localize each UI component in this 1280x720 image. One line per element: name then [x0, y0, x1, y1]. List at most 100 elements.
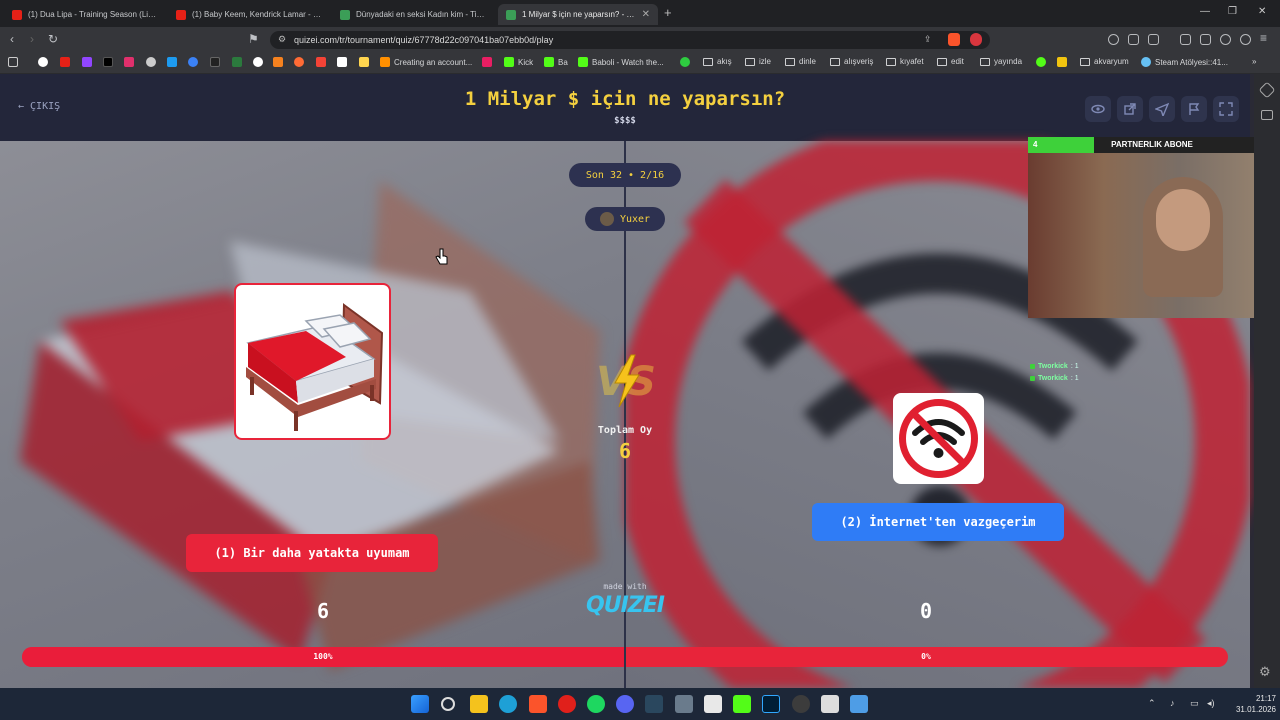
taskbar-clock[interactable]: 21:17 31.01.2026	[1224, 693, 1276, 715]
settings-icon[interactable]: ⚙	[1259, 664, 1271, 680]
bookmark-item[interactable]	[337, 57, 347, 67]
share-icon[interactable]: ⇪	[924, 34, 932, 45]
edge-icon[interactable]	[499, 695, 517, 713]
bookmark-item[interactable]	[188, 57, 198, 67]
file-explorer-icon[interactable]	[470, 695, 488, 713]
bookmark-item[interactable]	[124, 57, 134, 67]
bookmarks-bar: Creating an account... Kick Ba Baboli - …	[0, 53, 1280, 74]
bookmark-item[interactable]	[167, 57, 177, 67]
browser-tab[interactable]: Dünyadaki en seksi Kadın kim - Tier l...	[332, 4, 494, 25]
bookmark-item[interactable]	[82, 57, 92, 67]
report-button[interactable]	[1181, 96, 1207, 122]
brave-shield-icon[interactable]	[948, 33, 960, 46]
bookmark-item[interactable]	[273, 57, 283, 67]
apps-icon[interactable]	[8, 57, 18, 67]
address-bar[interactable]: ⚙ quizei.com/tr/tournament/quiz/67778d22…	[270, 31, 990, 49]
microphone-icon[interactable]: ♪	[1170, 698, 1175, 708]
calculator-icon[interactable]	[675, 695, 693, 713]
volume-icon[interactable]: ◂)	[1207, 698, 1215, 709]
extensions-icon[interactable]	[1128, 34, 1139, 45]
embed-button[interactable]	[1117, 96, 1143, 122]
browser-tab[interactable]: (1) Baby Keem, Kendrick Lamar - fam...	[168, 4, 330, 25]
vpn-icon[interactable]	[1108, 34, 1119, 45]
opera-icon[interactable]	[558, 695, 576, 713]
chevron-up-icon[interactable]: ⌃	[1148, 698, 1156, 709]
left-choice-button[interactable]: (1) Bir daha yatakta uyumam	[186, 534, 438, 572]
menu-icon[interactable]: ≡	[1260, 31, 1267, 45]
reload-icon[interactable]: ↻	[48, 32, 58, 46]
bookmark-folder[interactable]: yayında	[980, 57, 1022, 66]
bookmark-icon[interactable]: ⚑	[248, 32, 259, 46]
split-view-icon[interactable]	[1180, 34, 1191, 45]
bookmark-item[interactable]	[1057, 57, 1067, 67]
bookmark-folder[interactable]: dinle	[785, 57, 816, 66]
close-window-icon[interactable]: ✕	[1258, 6, 1266, 17]
sidebar-icon[interactable]	[1148, 34, 1159, 45]
right-choice-button[interactable]: (2) İnternet'ten vazgeçerim	[812, 503, 1064, 541]
bookmark-item[interactable]: Creating an account...	[380, 57, 472, 67]
shield-icon[interactable]	[1240, 34, 1251, 45]
spotify-icon[interactable]	[587, 695, 605, 713]
bookmark-item[interactable]: Baboli - Watch the...	[578, 57, 664, 67]
bookmark-folder[interactable]: akvaryum	[1080, 57, 1129, 66]
right-choice-image[interactable]	[893, 393, 984, 484]
leo-icon[interactable]	[1220, 34, 1231, 45]
wallet-icon[interactable]	[1200, 34, 1211, 45]
photoshop-icon[interactable]	[762, 695, 780, 713]
bookmark-label: Baboli - Watch the...	[592, 57, 664, 67]
panel-icon[interactable]	[1261, 110, 1273, 120]
bookmark-item[interactable]	[146, 57, 156, 67]
bookmark-item[interactable]	[232, 57, 242, 67]
site-info-icon[interactable]: ⚙	[278, 34, 286, 45]
minimize-icon[interactable]: —	[1200, 6, 1210, 17]
maximize-icon[interactable]: ❐	[1228, 6, 1237, 17]
more-bookmarks-icon[interactable]: »	[1252, 57, 1256, 66]
bookmark-item[interactable]: Kick	[504, 57, 533, 67]
author-badge[interactable]: Yuxer	[585, 207, 665, 231]
close-tab-icon[interactable]: ✕	[642, 9, 650, 20]
bookmark-item[interactable]	[210, 57, 220, 67]
settings-icon[interactable]	[792, 695, 810, 713]
bookmark-item[interactable]	[60, 57, 70, 67]
forward-icon[interactable]: ›	[30, 32, 34, 46]
discord-icon[interactable]	[616, 695, 634, 713]
back-icon[interactable]: ‹	[10, 32, 14, 46]
bookmark-item[interactable]: Steam Atölyesi::41...	[1141, 57, 1228, 67]
bookmark-item[interactable]	[482, 57, 492, 67]
bookmark-item[interactable]	[294, 57, 304, 67]
steam-icon[interactable]	[645, 695, 663, 713]
app-icon[interactable]	[850, 695, 868, 713]
bookmark-item[interactable]	[38, 57, 48, 67]
browser-tab-active[interactable]: 1 Milyar $ için ne yaparsın? - Tier ✕	[498, 4, 658, 25]
start-icon[interactable]	[411, 695, 429, 713]
left-choice-image[interactable]	[234, 283, 391, 440]
obs-icon[interactable]	[704, 695, 722, 713]
fullscreen-button[interactable]	[1213, 96, 1239, 122]
bookmark-item[interactable]	[1036, 57, 1046, 67]
kick-icon[interactable]	[733, 695, 751, 713]
bookmark-item[interactable]	[680, 57, 690, 67]
snipping-tool-icon[interactable]	[821, 695, 839, 713]
bookmark-item[interactable]	[253, 57, 263, 67]
bookmark-folder[interactable]: edit	[937, 57, 964, 66]
bookmark-folder[interactable]: alışveriş	[830, 57, 873, 66]
bookmark-folder[interactable]: akış	[703, 57, 732, 66]
bookmark-item[interactable]	[103, 57, 113, 67]
new-tab-button[interactable]: +	[664, 5, 672, 20]
leo-ai-icon[interactable]	[1258, 81, 1276, 99]
quizei-icon	[340, 9, 350, 20]
quizei-logo[interactable]: QUIZEI	[575, 593, 675, 618]
view-button[interactable]	[1085, 96, 1111, 122]
bookmark-item[interactable]	[359, 57, 369, 67]
search-icon[interactable]	[441, 697, 455, 711]
bookmark-item[interactable]: Ba	[544, 57, 568, 67]
network-icon[interactable]: ▭	[1190, 698, 1199, 709]
brave-rewards-icon[interactable]	[970, 33, 982, 46]
share-button[interactable]	[1149, 96, 1175, 122]
bookmark-folder[interactable]: kıyafet	[886, 57, 924, 66]
brave-icon[interactable]	[529, 695, 547, 713]
pink-icon	[482, 57, 492, 67]
bookmark-item[interactable]	[316, 57, 326, 67]
bookmark-folder[interactable]: izle	[745, 57, 771, 66]
browser-tab[interactable]: (1) Dua Lipa - Training Season (Live f..…	[4, 4, 166, 25]
